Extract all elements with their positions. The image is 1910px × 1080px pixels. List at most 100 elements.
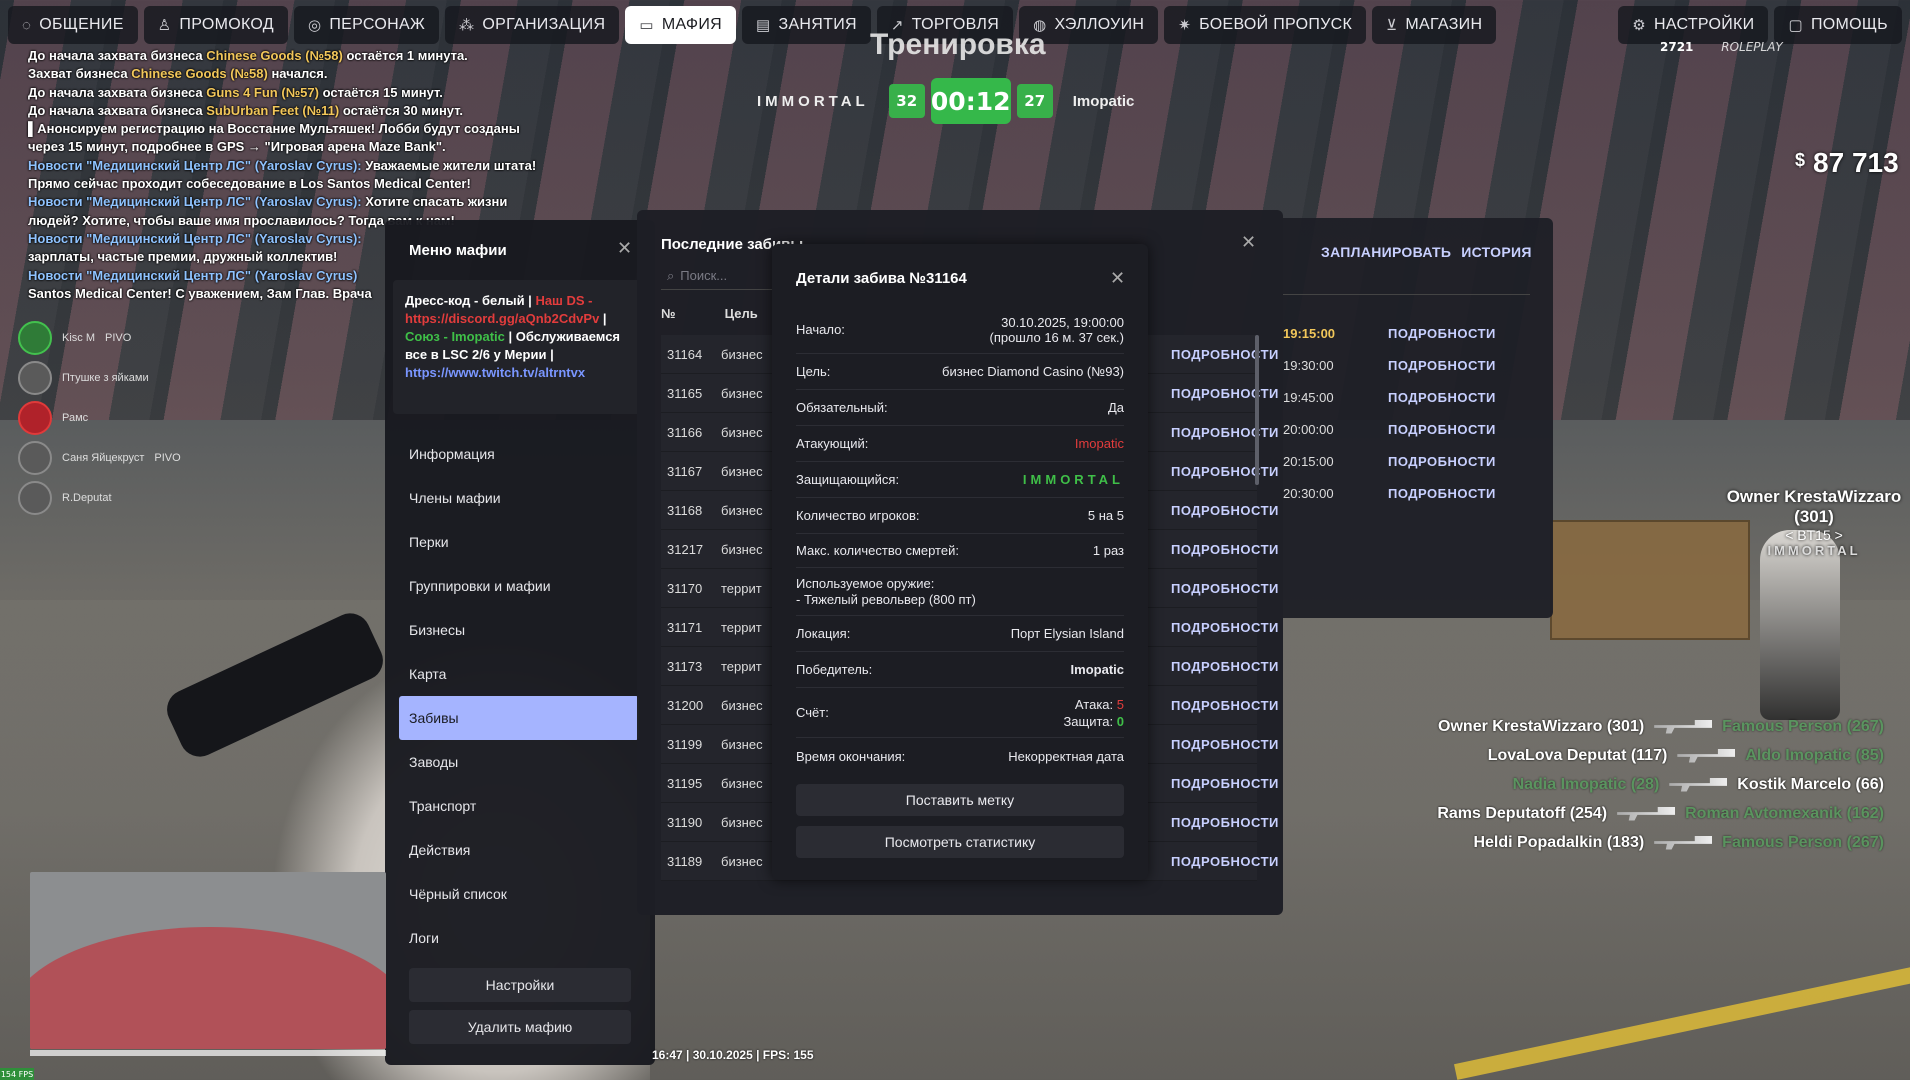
mafia-nav-item[interactable]: Карта (385, 652, 655, 696)
nav-help[interactable]: ▢ ПОМОЩЬ (1774, 6, 1902, 44)
nav-gear-badge[interactable]: ✷ БОЕВОЙ ПРОПУСК (1164, 6, 1367, 44)
mafia-nav-item[interactable]: Бизнесы (385, 608, 655, 652)
location-value: Порт Elysian Island (1010, 626, 1124, 641)
health-bar (30, 1050, 386, 1056)
chat-line: ▌Анонсируем регистрацию на Восстание Мул… (28, 120, 608, 138)
details-link[interactable]: ПОДРОБНОСТИ (1171, 581, 1279, 596)
nav-mask[interactable]: ▭ МАФИЯ (625, 6, 736, 44)
nav-org[interactable]: ⁂ ОРГАНИЗАЦИЯ (445, 6, 620, 44)
mafia-settings-button[interactable]: Настройки (409, 968, 631, 1002)
tab-history[interactable]: ИСТОРИЯ (1461, 244, 1531, 260)
details-link[interactable]: ПОДРОБНОСТИ (1171, 386, 1279, 401)
view-stats-button[interactable]: Посмотреть статистику (796, 826, 1124, 858)
money-display: $87 713 (1795, 147, 1899, 179)
battle-id: 31190 (667, 814, 703, 830)
battle-id: 31166 (667, 424, 703, 440)
battle-id: 31189 (667, 853, 703, 869)
detail-location: Локация: Порт Elysian Island (796, 616, 1124, 652)
mafia-nav-item[interactable]: Заводы (385, 740, 655, 784)
minimap (30, 872, 386, 1049)
nametag-sub: < BT15 > (1785, 527, 1843, 543)
match-score-hud: IMMORTAL 32 00:12 27 Imopatic (757, 78, 1134, 124)
delete-mafia-button[interactable]: Удалить мафию (409, 1010, 631, 1044)
details-link[interactable]: ПОДРОБНОСТИ (1388, 390, 1496, 405)
nav-chat[interactable]: ◌ ОБЩЕНИЕ (8, 6, 138, 44)
killfeed-entry: Rams Deputatoff (254) Roman Avtomexanik (… (1437, 799, 1884, 828)
mafia-motd: Дресс-код - белый | Наш DS - https://dis… (393, 280, 647, 414)
weapon-icon (1654, 719, 1713, 734)
dollar-icon: $ (1795, 150, 1806, 170)
chat-fragment: Santos Medical Center! С уважением, Зам … (28, 285, 372, 301)
player-nametag: Owner KrestaWizzaro (301) < BT15 > IMMOR… (1718, 487, 1910, 558)
mask-icon: ▭ (639, 17, 654, 34)
mandatory-value: Да (1107, 400, 1124, 415)
nav-settings[interactable]: ⚙ НАСТРОЙКИ (1618, 6, 1769, 44)
close-icon[interactable]: ✕ (617, 238, 632, 259)
tab-plan[interactable]: ЗАПЛАНИРОВАТЬ (1321, 244, 1451, 260)
search-icon: ⌕ (667, 267, 675, 283)
mafia-nav-item[interactable]: Перки (385, 520, 655, 564)
nametag-name: Owner KrestaWizzaro (301) (1726, 487, 1902, 526)
details-link[interactable]: ПОДРОБНОСТИ (1388, 486, 1496, 501)
chat-fragment: Уважаемые жители штата! (361, 157, 537, 173)
details-link[interactable]: ПОДРОБНОСТИ (1171, 503, 1279, 518)
score-value: Атака: 5 Защита: 0 (1063, 696, 1124, 730)
mafia-nav-item[interactable]: Члены мафии (385, 476, 655, 520)
mafia-nav-item[interactable]: Логи (385, 916, 655, 960)
mandatory-label: Обязательный: (796, 400, 888, 415)
details-link[interactable]: ПОДРОБНОСТИ (1171, 854, 1279, 869)
nav-label: ХЭЛЛОУИН (1054, 16, 1145, 33)
start-label: Начало: (796, 322, 845, 337)
chat-line: Новости "Медицинский Центр ЛС" (Yaroslav… (28, 157, 608, 175)
chat-icon: ◌ (22, 16, 32, 34)
detail-mandatory: Обязательный: Да (796, 390, 1124, 426)
details-link[interactable]: ПОДРОБНОСТИ (1171, 542, 1279, 557)
details-link[interactable]: ПОДРОБНОСТИ (1171, 659, 1279, 674)
planned-battles-panel: ✕ ЗАПЛАНИРОВАТЬ ИСТОРИЯ 19:15:00 ПОДРОБНО… (1241, 218, 1553, 618)
details-link[interactable]: ПОДРОБНОСТИ (1171, 815, 1279, 830)
set-marker-button[interactable]: Поставить метку (796, 784, 1124, 816)
detail-winner: Победитель: Imopatic (796, 652, 1124, 688)
details-link[interactable]: ПОДРОБНОСТИ (1171, 620, 1279, 635)
details-link[interactable]: ПОДРОБНОСТИ (1388, 422, 1496, 437)
voice-player-list: Kisc M PIVO Птушке з яйками Рамс Саня Яйцекр… (18, 318, 181, 518)
details-link[interactable]: ПОДРОБНОСТИ (1171, 698, 1279, 713)
divider (1283, 294, 1530, 295)
close-icon[interactable]: ✕ (1241, 232, 1256, 253)
chat-fragment: Хотите спасать жизни (361, 194, 508, 210)
nav-cart[interactable]: ⊻ МАГАЗИН (1372, 6, 1497, 44)
deaths-label: Макс. количество смертей: (796, 543, 959, 558)
plan-tabs: ЗАПЛАНИРОВАТЬ ИСТОРИЯ (1321, 244, 1532, 260)
details-link[interactable]: ПОДРОБНОСТИ (1171, 425, 1279, 440)
top-nav-right: ⚙ НАСТРОЙКИ ▢ ПОМОЩЬ (1618, 6, 1902, 44)
victim-name: Kostik Marcelo (66) (1737, 775, 1884, 793)
details-link[interactable]: ПОДРОБНОСТИ (1388, 358, 1496, 373)
mafia-nav-item[interactable]: Информация (385, 432, 655, 476)
attacker-value: Imopatic (1074, 436, 1124, 451)
chat-line: Прямо сейчас проходит собеседование в Lo… (28, 175, 608, 193)
mafia-nav-item[interactable]: Чёрный список (385, 872, 655, 916)
details-link[interactable]: ПОДРОБНОСТИ (1171, 464, 1279, 479)
battle-id: 31168 (667, 502, 703, 518)
mafia-nav-item[interactable]: Группировки и мафии (385, 564, 655, 608)
planned-row[interactable]: 20:30:00 ПОДРОБНОСТИ (1283, 474, 1530, 513)
mafia-nav-item[interactable]: Забивы (399, 696, 639, 740)
battle-details-modal: Детали забива №31164 ✕ Начало: 30.10.202… (772, 244, 1148, 880)
col-id: № (661, 306, 676, 321)
details-link[interactable]: ПОДРОБНОСТИ (1388, 326, 1496, 341)
scrollbar[interactable] (1255, 335, 1259, 485)
battle-id: 31199 (667, 736, 703, 752)
battle-id: 31164 (667, 346, 703, 362)
details-link[interactable]: ПОДРОБНОСТИ (1171, 347, 1279, 362)
weapon-icon (1617, 806, 1676, 821)
mafia-nav-item[interactable]: Действия (385, 828, 655, 872)
winner-label: Победитель: (796, 662, 873, 677)
details-link[interactable]: ПОДРОБНОСТИ (1171, 776, 1279, 791)
nav-person[interactable]: ♙ ПРОМОКОД (143, 6, 288, 44)
nav-book[interactable]: ▤ ЗАНЯТИЯ (742, 6, 871, 44)
close-icon[interactable]: ✕ (1110, 268, 1125, 289)
details-link[interactable]: ПОДРОБНОСТИ (1171, 737, 1279, 752)
nav-user[interactable]: ◎ ПЕРСОНАЖ (293, 6, 440, 44)
mafia-nav-item[interactable]: Транспорт (385, 784, 655, 828)
details-link[interactable]: ПОДРОБНОСТИ (1388, 454, 1496, 469)
